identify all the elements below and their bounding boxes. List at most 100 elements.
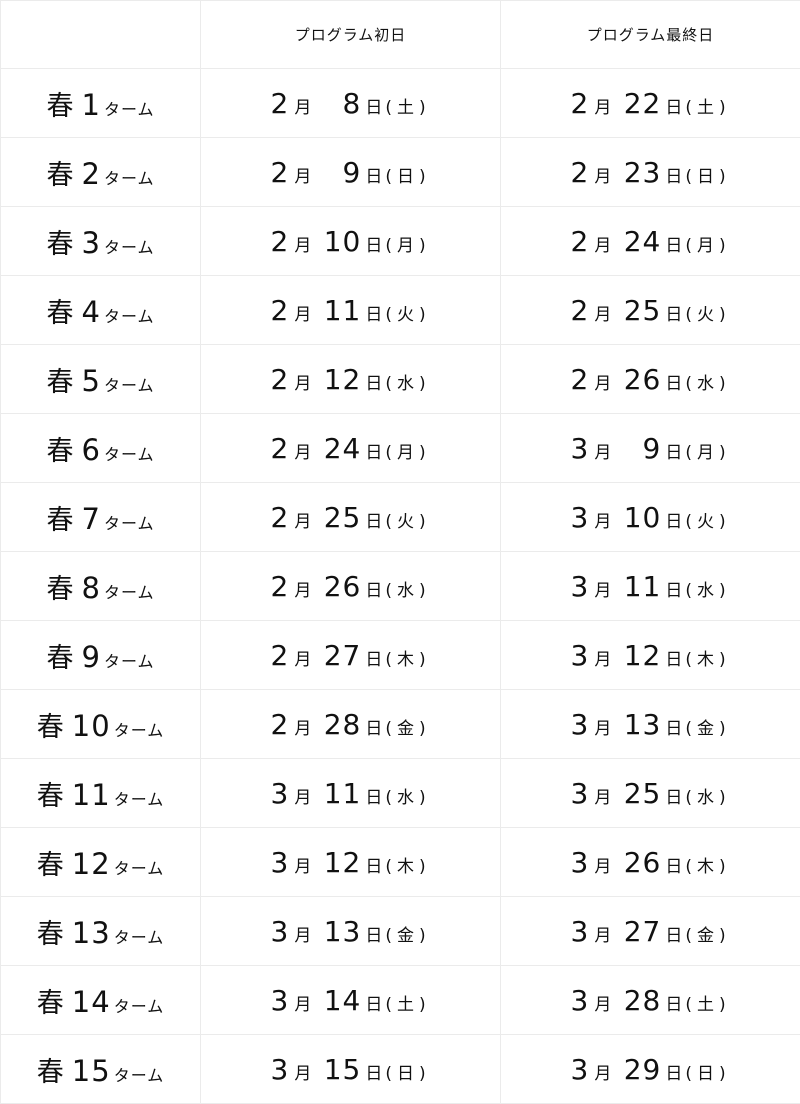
end-day: 24 (617, 225, 661, 258)
start-date-cell: 2月8日(土) (201, 69, 501, 138)
end-month: 3 (570, 708, 588, 741)
close-paren: ) (719, 167, 731, 187)
month-unit: 月 (294, 443, 311, 463)
term-cell: 春11ターム (1, 759, 201, 828)
end-weekday: (火) (685, 512, 730, 532)
month-unit: 月 (594, 512, 611, 532)
end-date-cell: 3月26日(木) (501, 828, 800, 897)
end-month: 3 (570, 501, 588, 534)
season-label: 春 (47, 229, 74, 260)
season-label: 春 (47, 160, 74, 191)
season-label: 春 (47, 367, 74, 398)
open-paren: ( (685, 305, 697, 325)
month-unit: 月 (294, 857, 311, 877)
weekday-label: 水 (397, 581, 419, 601)
term-cell: 春7ターム (1, 483, 201, 552)
season-label: 春 (37, 919, 64, 950)
term-suffix: ターム (114, 721, 165, 740)
end-date-cell: 2月22日(土) (501, 69, 800, 138)
season-label: 春 (47, 91, 74, 122)
open-paren: ( (385, 1064, 397, 1084)
start-date-cell: 2月10日(月) (201, 207, 501, 276)
start-weekday: (木) (385, 857, 430, 877)
close-paren: ) (419, 512, 431, 532)
day-unit: 日 (665, 167, 682, 187)
start-day: 11 (317, 777, 361, 810)
open-paren: ( (385, 512, 397, 532)
month-unit: 月 (594, 650, 611, 670)
open-paren: ( (685, 926, 697, 946)
start-weekday: (火) (385, 305, 430, 325)
term-number: 2 (82, 157, 101, 191)
start-weekday: (水) (385, 374, 430, 394)
weekday-label: 月 (397, 236, 419, 256)
season-label: 春 (37, 781, 64, 812)
close-paren: ) (419, 443, 431, 463)
start-month: 2 (270, 708, 288, 741)
close-paren: ) (419, 167, 431, 187)
term-cell: 春13ターム (1, 897, 201, 966)
month-unit: 月 (594, 305, 611, 325)
term-cell: 春8ターム (1, 552, 201, 621)
term-cell: 春3ターム (1, 207, 201, 276)
weekday-label: 木 (697, 650, 719, 670)
end-weekday: (木) (685, 857, 730, 877)
weekday-label: 金 (397, 719, 419, 739)
end-month: 3 (570, 846, 588, 879)
term-number: 13 (72, 916, 111, 950)
end-day: 11 (617, 570, 661, 603)
start-date-cell: 2月25日(火) (201, 483, 501, 552)
end-date-cell: 2月24日(月) (501, 207, 800, 276)
start-month: 2 (270, 501, 288, 534)
term-suffix: ターム (104, 307, 155, 326)
end-date-cell: 3月12日(木) (501, 621, 800, 690)
start-month: 3 (270, 1053, 288, 1086)
table-row: 春14ターム 3月14日(土) 3月28日(土) (1, 966, 800, 1035)
table-row: 春13ターム 3月13日(金) 3月27日(金) (1, 897, 800, 966)
close-paren: ) (719, 1064, 731, 1084)
open-paren: ( (685, 512, 697, 532)
start-date-cell: 3月13日(金) (201, 897, 501, 966)
start-month: 3 (270, 915, 288, 948)
month-unit: 月 (294, 236, 311, 256)
open-paren: ( (685, 581, 697, 601)
close-paren: ) (419, 926, 431, 946)
close-paren: ) (719, 788, 731, 808)
start-date-cell: 2月12日(水) (201, 345, 501, 414)
table-row: 春9ターム 2月27日(木) 3月12日(木) (1, 621, 800, 690)
open-paren: ( (385, 305, 397, 325)
weekday-label: 月 (697, 236, 719, 256)
start-day: 10 (317, 225, 361, 258)
weekday-label: 金 (697, 719, 719, 739)
table-row: 春15ターム 3月15日(日) 3月29日(日) (1, 1035, 800, 1104)
day-unit: 日 (365, 374, 382, 394)
open-paren: ( (685, 374, 697, 394)
open-paren: ( (685, 719, 697, 739)
term-cell: 春15ターム (1, 1035, 201, 1104)
start-weekday: (金) (385, 719, 430, 739)
open-paren: ( (385, 995, 397, 1015)
start-month: 2 (270, 225, 288, 258)
month-unit: 月 (594, 1064, 611, 1084)
end-month: 3 (570, 984, 588, 1017)
end-date-cell: 3月28日(土) (501, 966, 800, 1035)
day-unit: 日 (365, 512, 382, 532)
start-day: 14 (317, 984, 361, 1017)
end-date-cell: 3月29日(日) (501, 1035, 800, 1104)
end-date-cell: 3月27日(金) (501, 897, 800, 966)
month-unit: 月 (294, 167, 311, 187)
table-row: 春1ターム 2月8日(土) 2月22日(土) (1, 69, 800, 138)
open-paren: ( (385, 98, 397, 118)
term-number: 15 (72, 1054, 111, 1088)
end-day: 13 (617, 708, 661, 741)
weekday-label: 火 (697, 512, 719, 532)
close-paren: ) (719, 719, 731, 739)
end-weekday: (日) (685, 1064, 730, 1084)
start-date-cell: 2月11日(火) (201, 276, 501, 345)
open-paren: ( (385, 581, 397, 601)
start-day: 26 (317, 570, 361, 603)
table-row: 春12ターム 3月12日(木) 3月26日(木) (1, 828, 800, 897)
term-cell: 春4ターム (1, 276, 201, 345)
end-day: 27 (617, 915, 661, 948)
end-month: 2 (570, 225, 588, 258)
